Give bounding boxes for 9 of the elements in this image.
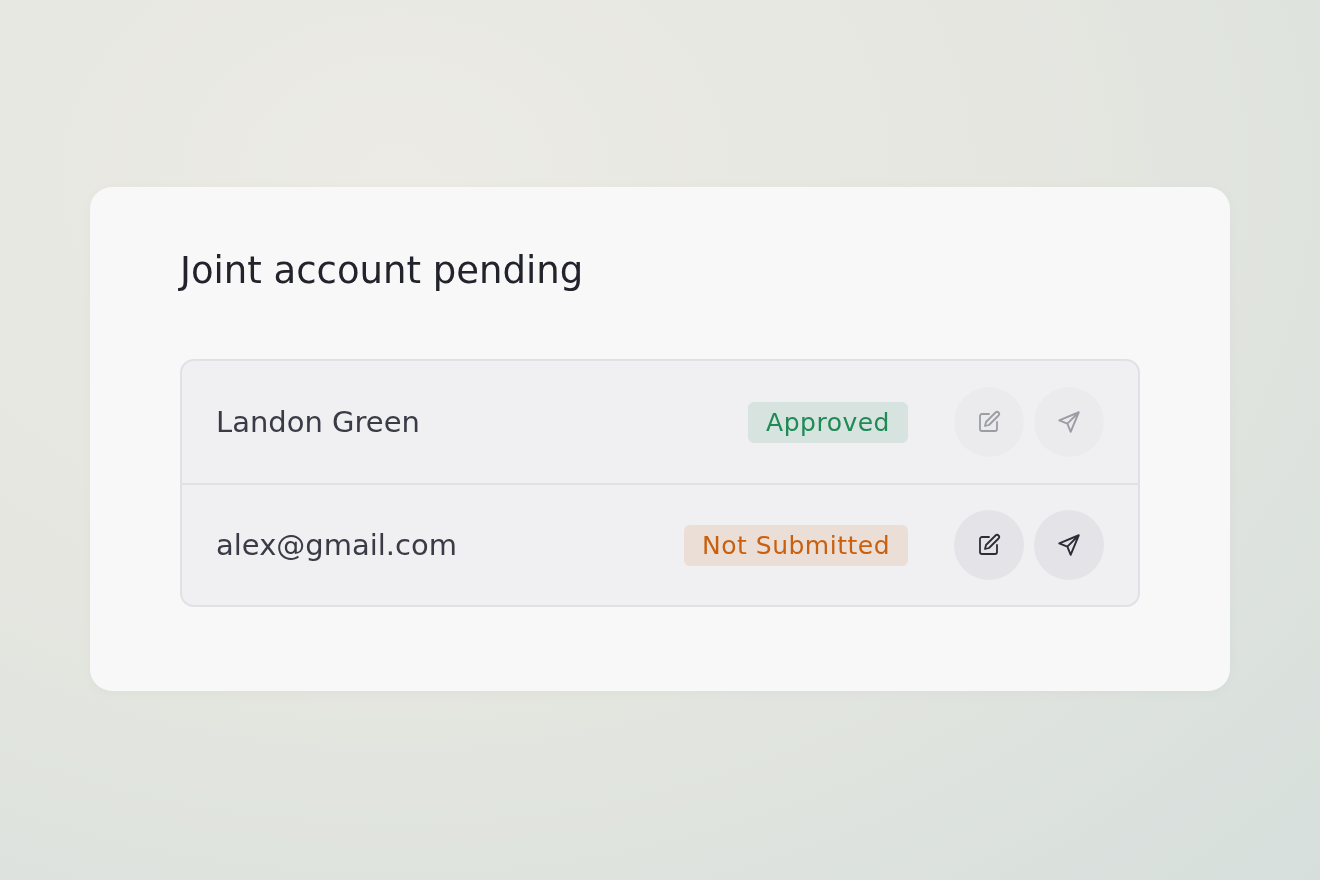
send-icon bbox=[1056, 532, 1082, 559]
member-name: alex@gmail.com bbox=[216, 528, 459, 563]
edit-icon bbox=[977, 533, 1001, 558]
send-icon bbox=[1056, 409, 1082, 436]
edit-icon bbox=[977, 410, 1001, 435]
status-badge: Approved bbox=[748, 401, 908, 443]
member-name: Landon Green bbox=[216, 405, 421, 440]
card-title: Joint account pending bbox=[180, 249, 585, 294]
status-badge: Not Submitted bbox=[684, 524, 908, 566]
